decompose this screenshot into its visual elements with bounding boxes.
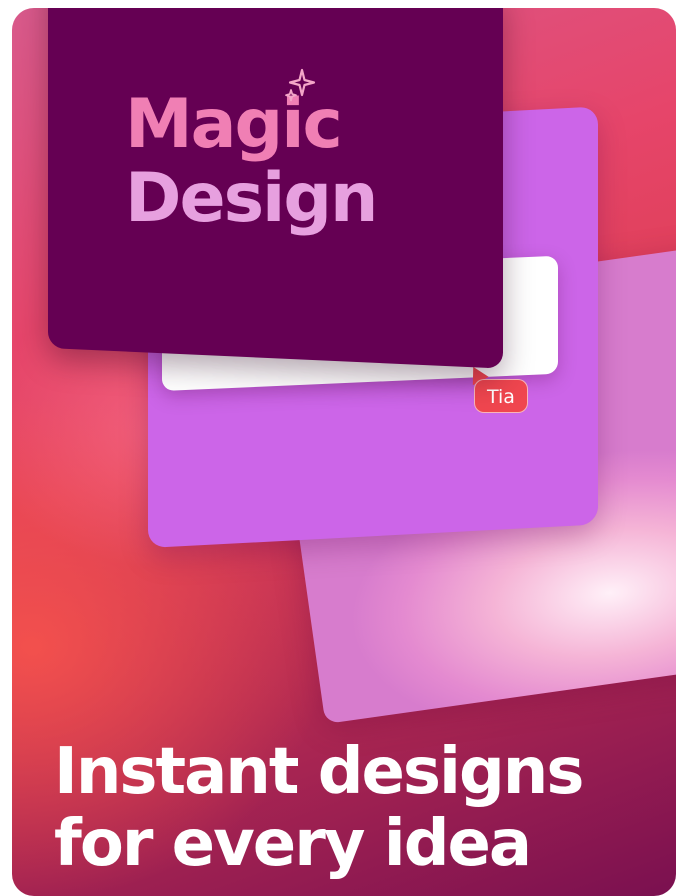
collaborator-name-tag: Tia — [474, 379, 528, 413]
brand-title-line-2: Design — [125, 159, 378, 238]
headline-line-2: for every idea — [54, 807, 532, 881]
sparkle-icon — [285, 68, 316, 102]
headline: Instant designs for every idea — [54, 736, 654, 880]
brand-title: Magic Design — [125, 88, 445, 236]
headline-line-1: Instant designs — [54, 735, 584, 809]
promo-card: a travel company Tia Magic Design Instan… — [12, 8, 676, 896]
